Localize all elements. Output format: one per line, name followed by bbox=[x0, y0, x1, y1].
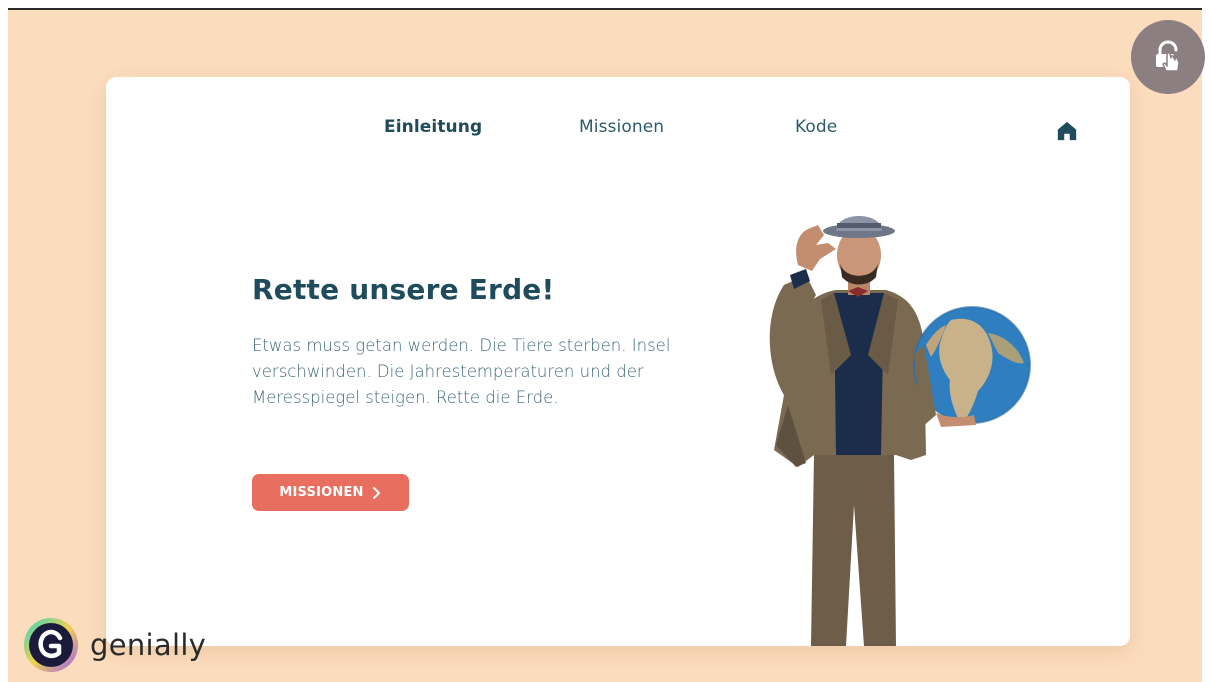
missionen-button-label: MISSIONEN bbox=[279, 485, 364, 500]
hero-description: Etwas muss getan werden. Die Tiere sterb… bbox=[252, 336, 671, 407]
genially-logo-icon bbox=[24, 618, 78, 672]
brand-name: genially bbox=[90, 628, 207, 662]
presentation-stage: Einleitung Missionen Kode Rette unsere E… bbox=[8, 10, 1202, 682]
nav-item-missionen[interactable]: Missionen bbox=[579, 117, 664, 137]
unlock-button[interactable] bbox=[1131, 20, 1205, 94]
nav-item-kode[interactable]: Kode bbox=[795, 117, 837, 137]
home-icon[interactable] bbox=[1056, 120, 1078, 142]
man-with-globe-image bbox=[769, 216, 1031, 646]
chevron-right-icon bbox=[372, 486, 380, 499]
brand: genially bbox=[22, 616, 206, 674]
content-card: Einleitung Missionen Kode Rette unsere E… bbox=[106, 77, 1130, 646]
nav-item-einleitung[interactable]: Einleitung bbox=[384, 117, 482, 137]
hero-title: Rette unsere Erde! bbox=[252, 273, 555, 306]
missionen-button[interactable]: MISSIONEN bbox=[252, 474, 409, 511]
unlock-pointer-icon bbox=[1156, 40, 1180, 72]
